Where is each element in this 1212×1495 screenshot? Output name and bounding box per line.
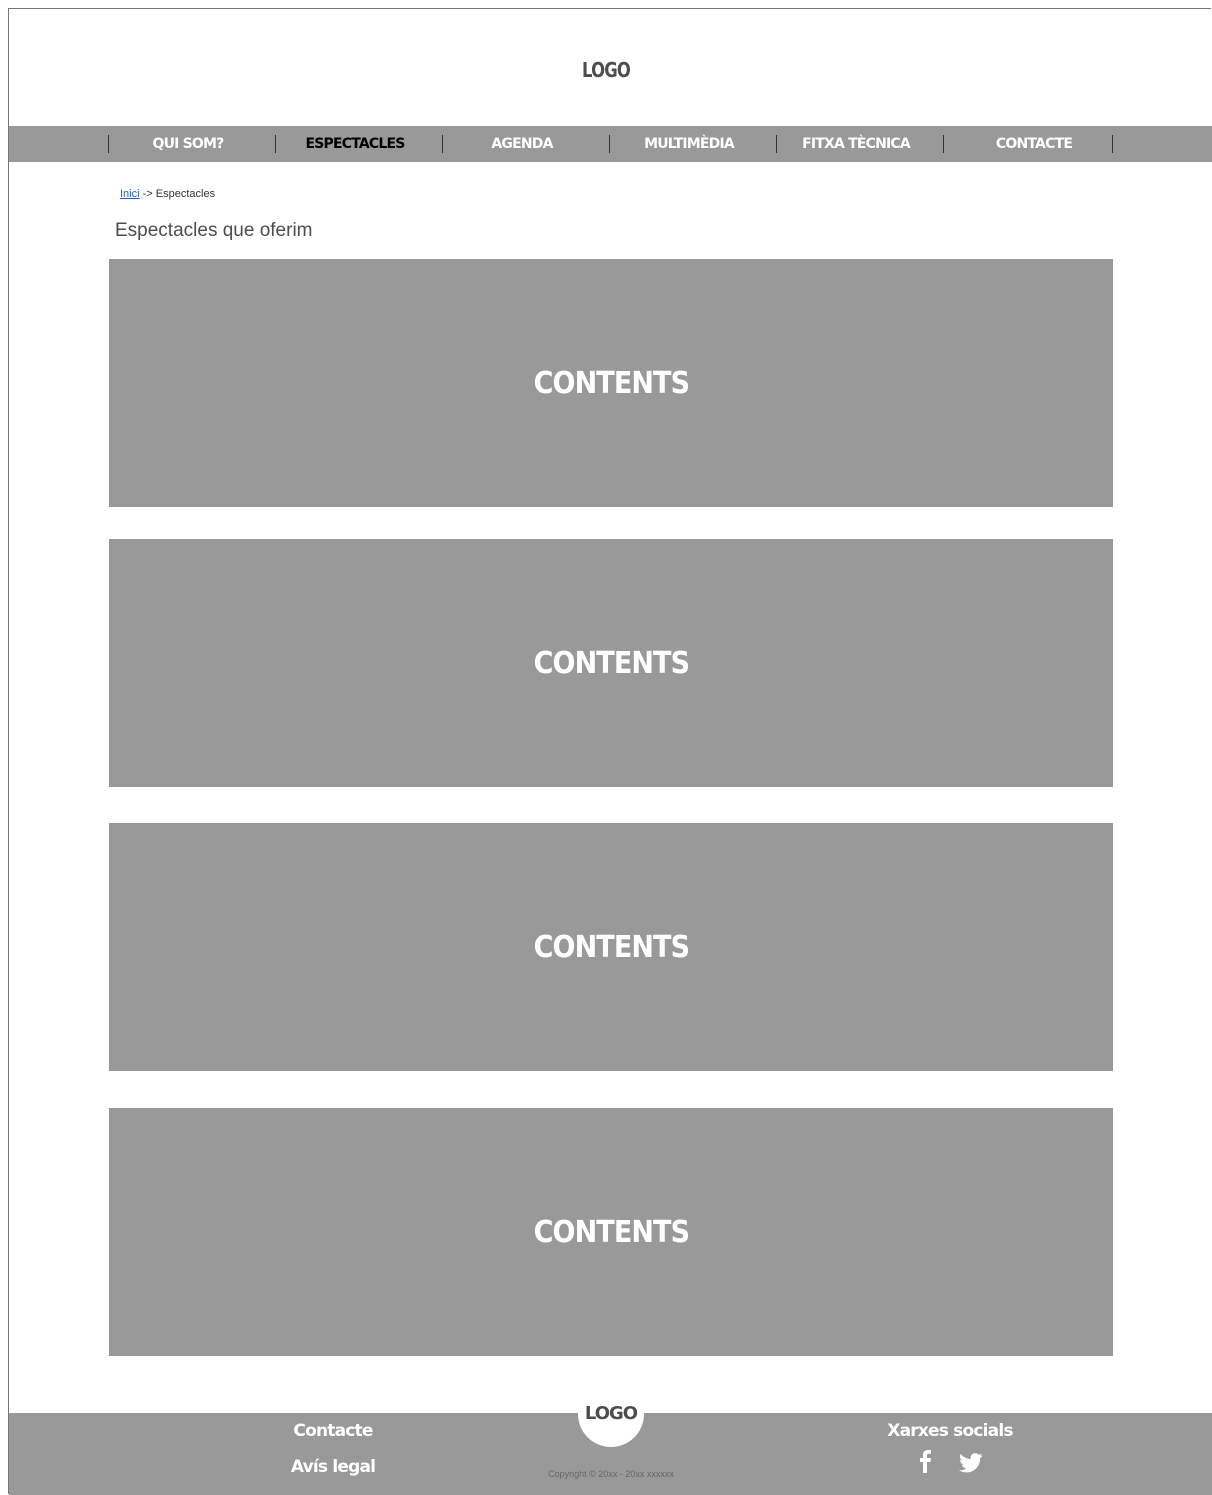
nav-item-agenda[interactable]: AGENDA (442, 126, 602, 162)
content-label: CONTENTS (533, 645, 689, 681)
content-block[interactable]: CONTENTS (109, 823, 1113, 1071)
content-block[interactable]: CONTENTS (109, 539, 1113, 787)
footer-contact-link[interactable]: Contacte (233, 1421, 433, 1441)
content-label: CONTENTS (533, 929, 689, 965)
nav-item-fitxa-tecnica[interactable]: FITXA TÈCNICA (776, 126, 936, 162)
content-label: CONTENTS (533, 1214, 689, 1250)
twitter-icon[interactable] (959, 1453, 983, 1478)
breadcrumb-current: Espectacles (155, 188, 216, 200)
nav-item-qui-som[interactable]: QUI SOM? (108, 126, 268, 162)
nav-item-contacte[interactable]: CONTACTE (954, 126, 1114, 162)
footer-logo[interactable]: LOGO (578, 1393, 644, 1447)
social-title: Xarxes socials (887, 1421, 1013, 1441)
page-title: Espectacles que oferim (115, 220, 313, 241)
footer-logo-text: LOGO (584, 1403, 638, 1424)
content-label: CONTENTS (533, 365, 689, 401)
nav-item-espectacles[interactable]: ESPECTACLES (275, 126, 435, 162)
breadcrumb-separator: -> (142, 188, 153, 200)
content-block[interactable]: CONTENTS (109, 1108, 1113, 1356)
nav-divider (1112, 135, 1113, 153)
breadcrumb: Inici -> Espectacles (120, 188, 215, 200)
header-logo[interactable]: LOGO (109, 58, 1103, 82)
facebook-icon[interactable] (918, 1449, 932, 1478)
footer-legal-link[interactable]: Avís legal (233, 1457, 433, 1477)
content-block[interactable]: CONTENTS (109, 259, 1113, 507)
nav-divider (943, 135, 944, 153)
nav-item-multimedia[interactable]: MULTIMÈDIA (609, 126, 769, 162)
footer: Contacte Avís legal LOGO Copyright © 20x… (9, 1393, 1212, 1495)
breadcrumb-home-link[interactable]: Inici (120, 188, 140, 200)
main-nav: QUI SOM? ESPECTACLES AGENDA MULTIMÈDIA F… (9, 126, 1212, 162)
copyright-text: Copyright © 20xx - 20xx xxxxxx (548, 1469, 674, 1479)
